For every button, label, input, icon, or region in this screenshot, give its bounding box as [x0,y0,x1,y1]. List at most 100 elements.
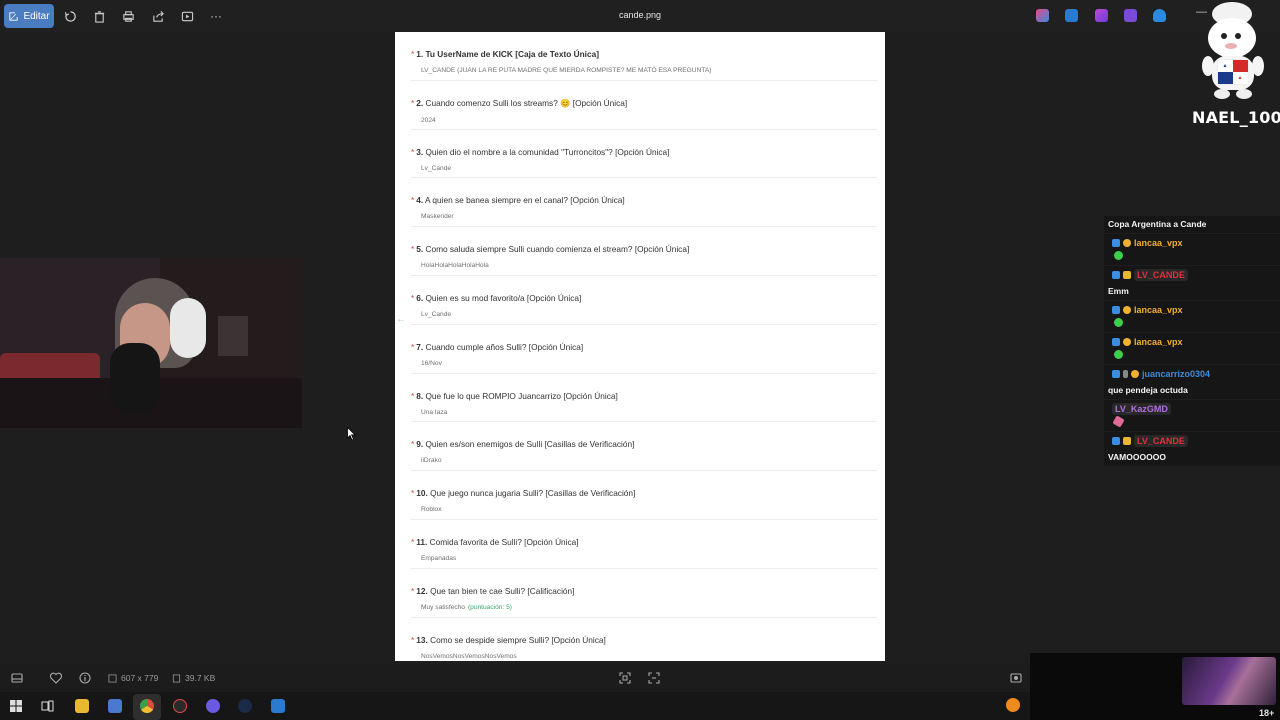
question-answer: 2024 [421,116,436,124]
question-title: Que tan bien te cae Sulli? [Calificación… [430,585,575,596]
delete-icon[interactable] [91,8,107,24]
notification-icon[interactable] [1006,698,1020,712]
question-item: * 4. A quien se banea siempre en el canal… [411,178,877,228]
calculator-icon[interactable] [108,699,122,713]
required-star: * [411,341,415,352]
actual-size-icon[interactable] [647,671,661,685]
question-title: Tu UserName de KICK [Caja de Texto Única… [425,49,599,59]
webcam-feed [0,258,302,428]
required-star: * [411,195,415,206]
question-number: 13. [416,634,428,645]
chat-text: VAMOOOOOO [1108,452,1166,462]
question-item: * 5. Como saluda siempre Sulli cuando com… [411,227,877,276]
question-number: 1. [416,49,424,59]
chat-message: LV_CANDE VAMOOOOOO [1104,432,1280,466]
stream-chat: Copa Argentina a Cande lancaa_vpx LV_CAN… [1104,216,1280,467]
edit-button-label: Editar [23,10,50,22]
coin-badge-icon [1131,369,1139,378]
question-answer: Lv_Cande [421,310,452,318]
chat-message: Copa Argentina a Cande [1104,216,1280,233]
mod-badge-icon [1123,270,1131,279]
question-item: * 12. Que tan bien te cae Sulli? [Calific… [411,569,877,618]
coin-badge-icon [1123,337,1131,346]
previous-image-arrow-icon[interactable]: ← [396,314,406,325]
filmstrip-icon[interactable] [10,671,24,685]
question-title: Comida favorita de Sulli? [Opción Única] [429,536,579,547]
question-answer: Una taza [421,408,448,416]
question-answer: Empanadas [421,554,457,562]
question-title: Quien es su mod favorito/a [Opción Única… [425,292,582,303]
question-number: 6. [416,292,424,303]
copilot-icon[interactable] [1036,9,1049,22]
chat-message: LV_KazGMD [1104,400,1280,431]
edit-button[interactable]: Editar [4,4,54,28]
question-answer: NosVemosNosVemosNosVemos [421,652,517,660]
required-star: * [411,292,415,303]
form-document: * 1. Tu UserName de KICK [Caja de Texto Ú… [395,32,885,661]
question-title: Como saluda siempre Sulli cuando comienz… [425,244,690,255]
question-title: Que juego nunca jugaria Sulli? [Casillas… [430,488,636,499]
question-number: 10. [416,488,428,499]
fit-to-window-icon[interactable] [618,671,632,685]
green-emote-icon [1114,350,1123,359]
chat-message: LV_CANDE Emm [1104,266,1280,300]
question-answer: iiDrako [421,457,442,465]
question-item: * 9. Quien es/son enemigos de Sulli [Casi… [411,422,877,472]
chat-username[interactable]: lancaa_vpx [1134,337,1183,347]
coin-badge-icon [1123,305,1131,314]
question-item: * 6. Quien es su mod favorito/a [Opción Ú… [411,276,877,325]
chat-message: juancarrizo0304 que pendeja octuda [1104,365,1280,399]
print-icon[interactable] [120,8,136,24]
clipchamp-icon[interactable] [1124,9,1137,22]
question-item: * 11. Comida favorita de Sulli? [Opción Ú… [411,520,877,569]
question-number: 3. [416,146,424,157]
rotate-icon[interactable] [62,8,78,24]
designer-icon[interactable] [1095,9,1108,22]
info-icon[interactable] [78,671,92,685]
chat-username[interactable]: LV_KazGMD [1112,402,1171,415]
more-options-icon[interactable]: ··· [208,8,224,24]
file-explorer-icon[interactable] [75,699,89,713]
chat-username[interactable]: LV_CANDE [1134,434,1188,447]
windows-start-icon[interactable] [10,700,22,712]
kick-badge-icon [1112,337,1120,346]
question-title: Quien dio el nombre a la comunidad "Turr… [425,146,670,157]
question-item: * 8. Que fue lo que ROMPIO Juancarrizo [O… [411,374,877,423]
chat-username[interactable]: LV_CANDE [1134,268,1188,281]
obs-icon[interactable] [173,699,187,713]
question-number: 9. [416,439,424,450]
chat-username[interactable]: lancaa_vpx [1134,305,1183,315]
mouse-cursor-icon [347,427,356,441]
question-title: Que fue lo que ROMPIO Juancarrizo [Opció… [425,390,618,401]
required-star: * [411,390,415,401]
fullscreen-icon[interactable] [1009,671,1023,685]
chat-text: que pendeja octuda [1108,385,1188,395]
chat-username[interactable]: lancaa_vpx [1134,238,1183,248]
question-answer: 16/Nov [421,359,442,367]
share-icon[interactable] [150,8,166,24]
paint-icon[interactable] [1065,9,1078,22]
favorite-icon[interactable] [49,671,63,685]
chat-message: lancaa_vpx [1104,234,1280,265]
discord-icon[interactable] [206,699,220,713]
age-rating-badge: 18+ [1259,708,1275,718]
file-size: 39.7 KB [185,673,216,683]
paint-taskbar-icon[interactable] [271,699,285,713]
question-item: * 1. Tu UserName de KICK [Caja de Texto Ú… [411,32,877,81]
chat-username[interactable]: juancarrizo0304 [1142,369,1210,379]
task-view-icon[interactable] [41,700,54,712]
green-emote-icon [1114,318,1123,327]
slideshow-icon[interactable] [179,8,195,24]
dimensions-icon [108,673,117,683]
stream-overlay-image [1182,657,1276,705]
question-answer: LV_CANDE (JUAN LA RE PUTA MADRE QUE MIER… [421,67,712,74]
rating-score: (puntuación: 5) [467,603,512,611]
chrome-icon[interactable] [140,699,154,713]
required-star: * [411,536,415,547]
steam-icon[interactable] [238,699,252,713]
question-title: Como se despide siempre Sulli? [Opción Ú… [430,634,606,645]
onedrive-icon[interactable] [1153,9,1166,22]
required-star: * [411,146,415,157]
required-star: * [411,439,415,450]
speaker-badge-icon [1123,369,1128,378]
